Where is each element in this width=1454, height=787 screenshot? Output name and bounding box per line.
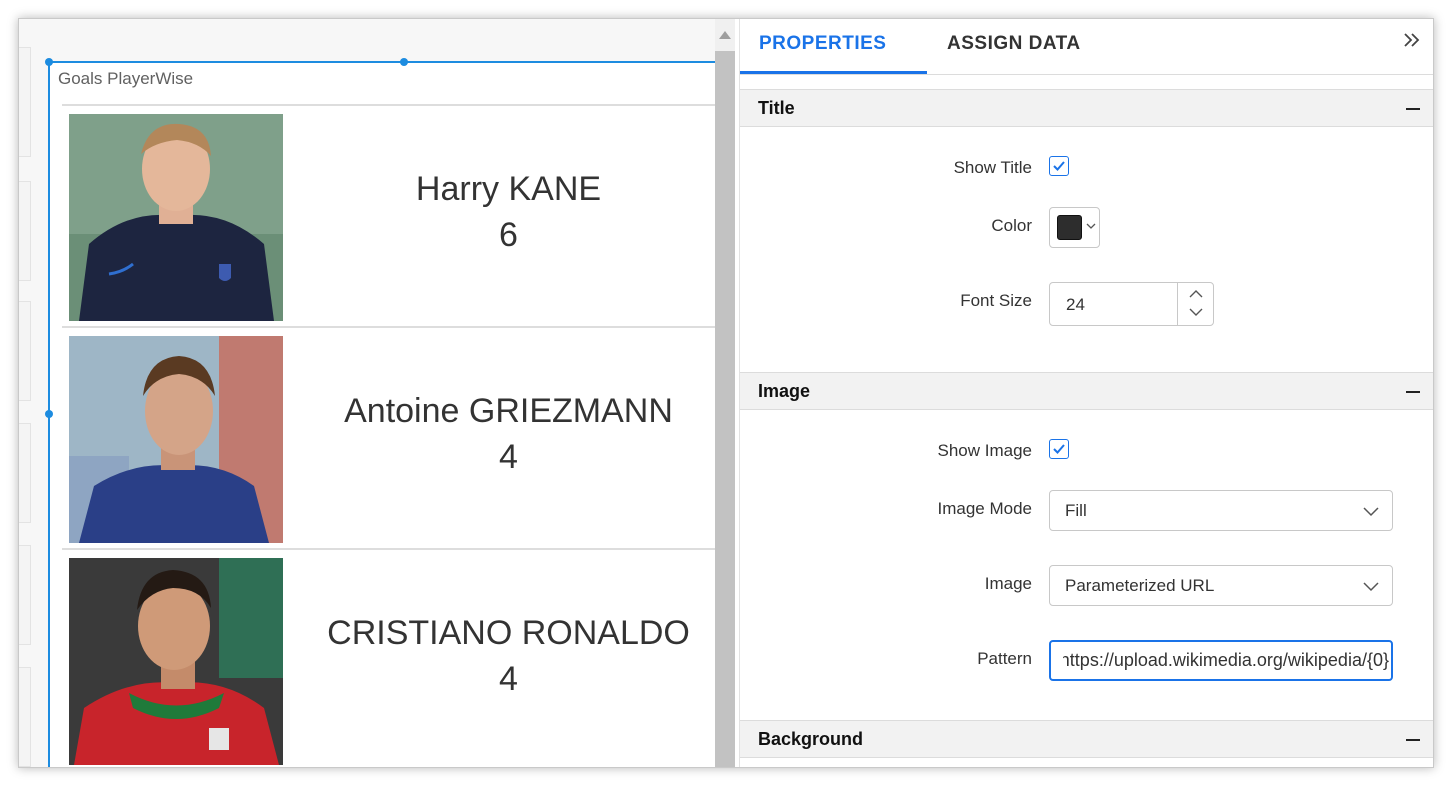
goal-count: 4 — [499, 660, 518, 698]
image-mode-dropdown[interactable]: Fill — [1049, 490, 1393, 531]
ruler-segment — [19, 181, 31, 281]
dropdown-value: Fill — [1065, 501, 1087, 520]
color-picker[interactable] — [1049, 207, 1100, 248]
player-photo — [69, 114, 283, 321]
list-item: Antoine GRIEZMANN 4 — [62, 328, 715, 550]
chevron-down-icon[interactable] — [1187, 306, 1205, 318]
chevron-down-icon — [1086, 223, 1096, 229]
player-name: Antoine GRIEZMANN — [344, 392, 673, 430]
image-mode-label: Image Mode — [937, 499, 1033, 518]
section-heading: Image — [758, 381, 811, 401]
spin-buttons — [1177, 283, 1213, 325]
widget-title: Goals PlayerWise — [58, 69, 194, 88]
pattern-field[interactable] — [1051, 642, 1391, 679]
minus-icon[interactable] — [1406, 739, 1420, 741]
chevron-down-icon — [1363, 507, 1379, 517]
row-text: Harry KANE 6 — [302, 166, 715, 258]
section-heading: Background — [758, 729, 864, 749]
show-image-label: Show Image — [937, 441, 1033, 460]
properties-panel: PROPERTIES ASSIGN DATA Title Show Title … — [739, 19, 1433, 767]
player-name: Harry KANE — [415, 170, 602, 208]
show-image-checkbox[interactable] — [1049, 439, 1069, 459]
show-title-checkbox[interactable] — [1049, 156, 1069, 176]
font-size-value[interactable]: 24 — [1066, 295, 1085, 315]
chevron-up-icon[interactable] — [1187, 288, 1205, 300]
tab-assign-data[interactable]: ASSIGN DATA — [947, 33, 1081, 55]
resize-handle-left[interactable] — [45, 410, 53, 418]
pattern-label: Pattern — [977, 649, 1032, 668]
pattern-input[interactable] — [1049, 640, 1393, 681]
active-tab-indicator — [740, 71, 927, 74]
show-title-label: Show Title — [953, 158, 1032, 177]
design-canvas[interactable]: Goals PlayerWise Harry KANE 6 Antoine GR… — [19, 19, 715, 767]
list-item: CRISTIANO RONALDO 4 — [62, 550, 715, 767]
image-label: Image — [984, 574, 1032, 593]
ruler-segment — [19, 423, 31, 523]
tab-properties[interactable]: PROPERTIES — [759, 33, 886, 55]
goal-count: 4 — [499, 438, 518, 476]
section-title-header[interactable]: Title — [740, 89, 1433, 127]
ruler-segment — [19, 667, 31, 767]
color-swatch — [1057, 215, 1082, 240]
color-label: Color — [991, 216, 1032, 235]
player-photo — [69, 336, 283, 543]
chevron-down-icon — [1363, 582, 1379, 592]
minus-icon[interactable] — [1406, 108, 1420, 110]
dropdown-value: Parameterized URL — [1065, 576, 1215, 595]
ruler-segment — [19, 545, 31, 645]
row-text: Antoine GRIEZMANN 4 — [302, 388, 715, 480]
app-window: Goals PlayerWise Harry KANE 6 Antoine GR… — [18, 18, 1434, 768]
player-name: CRISTIANO RONALDO — [327, 614, 690, 652]
panel-tabs: PROPERTIES ASSIGN DATA — [740, 19, 1433, 75]
list-item: Harry KANE 6 — [62, 106, 715, 328]
vertical-scrollbar[interactable] — [715, 19, 735, 767]
section-heading: Title — [758, 98, 795, 118]
resize-handle-top[interactable] — [400, 58, 408, 66]
font-size-stepper[interactable]: 24 — [1049, 282, 1214, 326]
scroll-up-arrow-icon[interactable] — [719, 31, 731, 39]
section-image-header[interactable]: Image — [740, 372, 1433, 410]
image-source-dropdown[interactable]: Parameterized URL — [1049, 565, 1393, 606]
ruler-segment — [19, 301, 31, 401]
ruler-segment — [19, 47, 31, 157]
section-background-header[interactable]: Background — [740, 720, 1433, 758]
image-widget[interactable]: Goals PlayerWise Harry KANE 6 Antoine GR… — [45, 58, 715, 767]
resize-handle-top-left[interactable] — [45, 58, 53, 66]
scrollbar-thumb[interactable] — [715, 51, 735, 767]
player-photo — [69, 558, 283, 765]
font-size-label: Font Size — [960, 291, 1032, 310]
goal-count: 6 — [499, 216, 518, 254]
minus-icon[interactable] — [1406, 391, 1420, 393]
row-text: CRISTIANO RONALDO 4 — [302, 610, 715, 702]
chevrons-right-icon[interactable] — [1402, 29, 1422, 57]
